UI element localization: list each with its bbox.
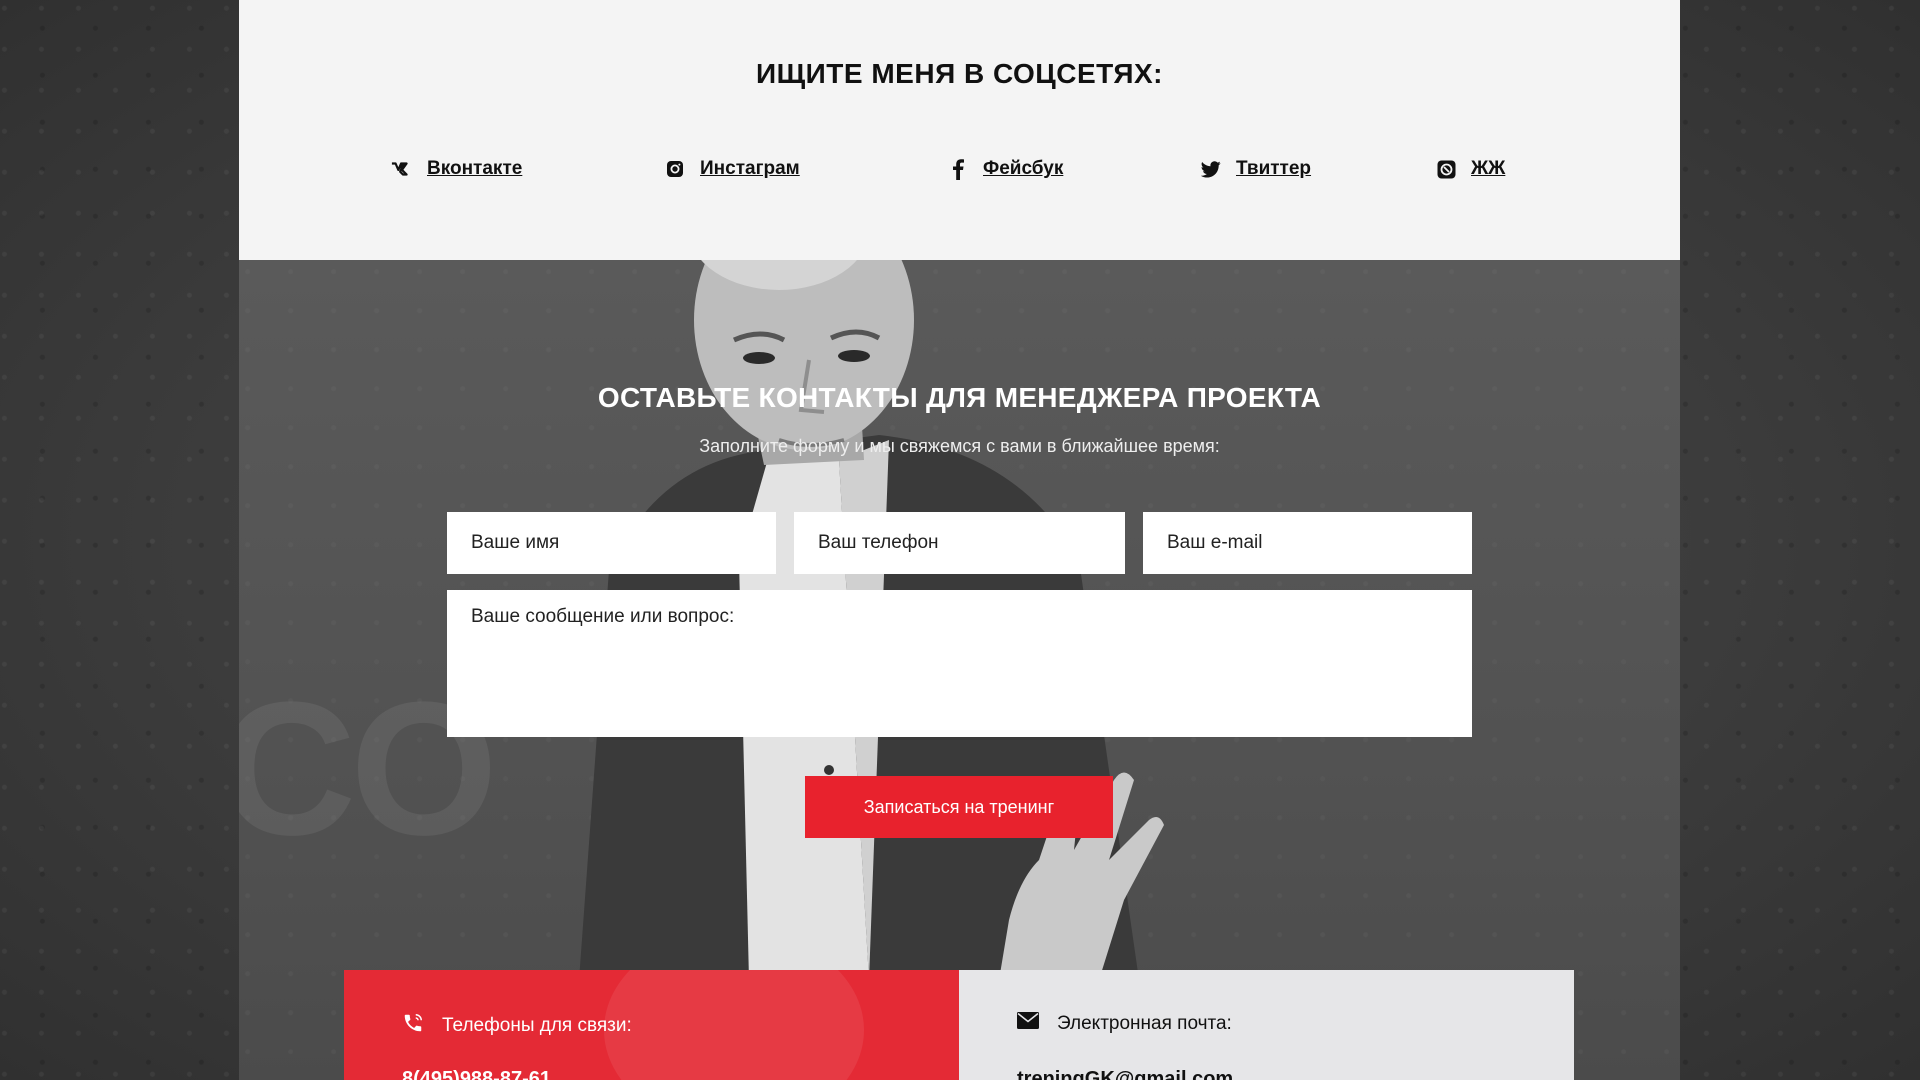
social-link-label: Фейсбук: [983, 158, 1064, 179]
page-background: ИЩИТЕ МЕНЯ В СОЦСЕТЯХ: Вконтакте Инстагр…: [0, 0, 1920, 1080]
message-textarea[interactable]: [447, 590, 1472, 737]
social-link-twitter[interactable]: Твиттер: [1200, 158, 1311, 180]
email-header: Электронная почта:: [1017, 1012, 1232, 1035]
content-column: ИЩИТЕ МЕНЯ В СОЦСЕТЯХ: Вконтакте Инстагр…: [239, 0, 1680, 1080]
phones-box: Телефоны для связи: 8(495)988-87-61: [344, 970, 959, 1080]
social-link-facebook[interactable]: Фейсбук: [947, 158, 1063, 180]
vk-icon: [391, 158, 413, 180]
submit-training-button[interactable]: Записаться на тренинг: [805, 776, 1113, 838]
phone-input[interactable]: [794, 512, 1125, 574]
phones-header: Телефоны для связи:: [402, 1012, 632, 1040]
social-link-label: Инстаграм: [700, 158, 800, 179]
social-link-vk[interactable]: Вконтакте: [391, 158, 522, 180]
phone-value[interactable]: 8(495)988-87-61: [402, 1068, 551, 1080]
email-input[interactable]: [1143, 512, 1472, 574]
social-link-label: ЖЖ: [1471, 158, 1506, 179]
envelope-icon: [1017, 1012, 1039, 1035]
contact-form-section: CO ОСТАВЬТЕ КОНТАКТЫ ДЛЯ МЕНЕДЖЕРА ПРОЕК…: [239, 260, 1680, 1080]
phones-label: Телефоны для связи:: [442, 1015, 632, 1036]
facebook-icon: [947, 158, 969, 180]
social-section: ИЩИТЕ МЕНЯ В СОЦСЕТЯХ: Вконтакте Инстагр…: [239, 0, 1680, 260]
social-link-label: Вконтакте: [427, 158, 523, 179]
livejournal-icon: [1435, 158, 1457, 180]
instagram-icon: [664, 158, 686, 180]
email-label: Электронная почта:: [1057, 1012, 1232, 1034]
social-title: ИЩИТЕ МЕНЯ В СОЦСЕТЯХ:: [756, 58, 1163, 89]
form-title: ОСТАВЬТЕ КОНТАКТЫ ДЛЯ МЕНЕДЖЕРА ПРОЕКТА: [597, 382, 1322, 413]
social-link-instagram[interactable]: Инстаграм: [664, 158, 800, 180]
name-input[interactable]: [447, 512, 776, 574]
email-value[interactable]: treningGK@gmail.com: [1017, 1068, 1233, 1080]
twitter-icon: [1200, 158, 1222, 180]
social-link-label: Твиттер: [1236, 158, 1312, 179]
email-box: Электронная почта: treningGK@gmail.com: [959, 970, 1574, 1080]
social-link-livejournal[interactable]: ЖЖ: [1435, 158, 1505, 180]
form-subtitle: Заполните форму и мы свяжемся с вами в б…: [699, 436, 1220, 456]
phone-icon: [402, 1012, 424, 1040]
